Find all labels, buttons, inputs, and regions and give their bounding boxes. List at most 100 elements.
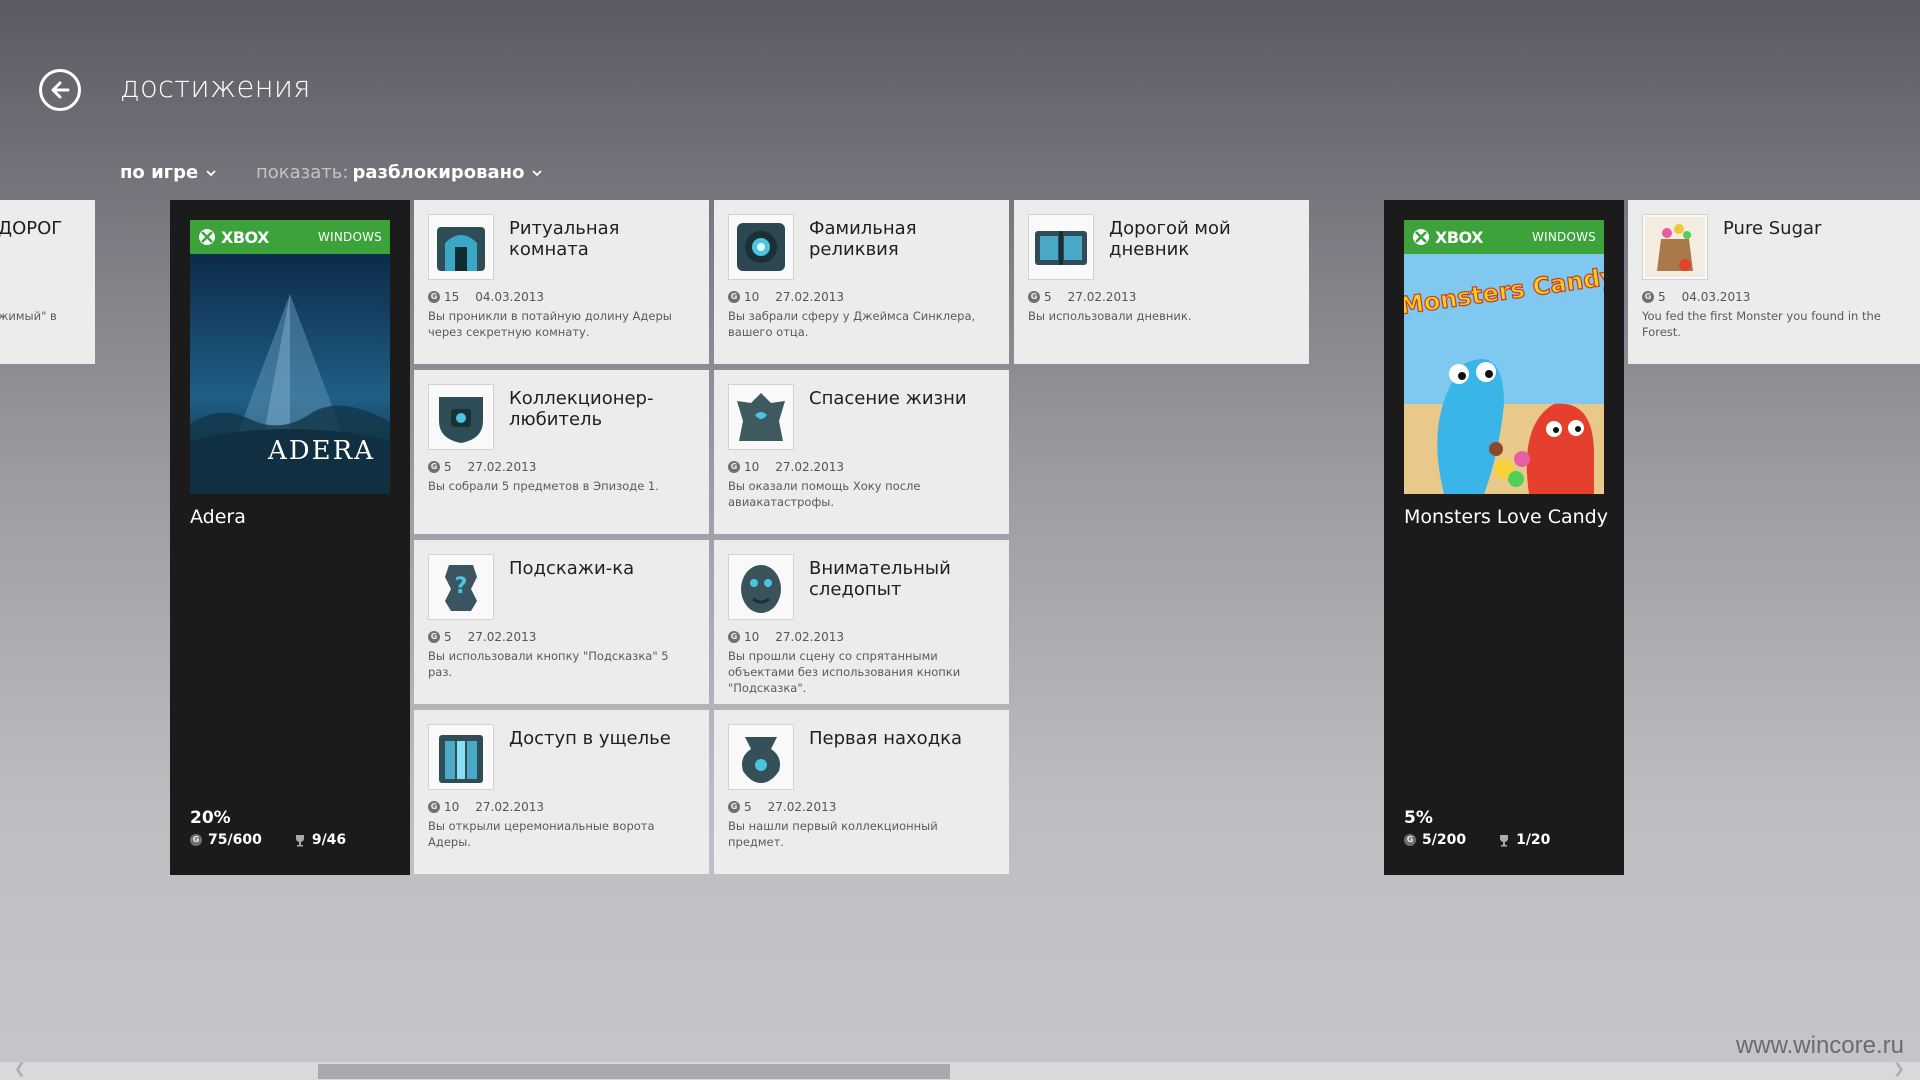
- achievement-desc: Вы оказали помощь Хоку после авиакатастр…: [728, 479, 921, 509]
- achievement-date: 04.03.2013: [475, 290, 544, 304]
- achievement-badge-icon: [428, 384, 494, 450]
- xbox-band: XBOX WINDOWS: [190, 220, 390, 254]
- game-title: Monsters Love Candy: [1404, 506, 1608, 528]
- achievement-tile-partial[interactable]: ДОРОГ жимый" в: [0, 200, 95, 364]
- achievement-date: 04.03.2013: [1681, 290, 1751, 304]
- achievement-badge-icon: [1642, 214, 1708, 280]
- chevron-down-icon: [206, 169, 216, 176]
- gamerscore-icon: G: [428, 801, 440, 813]
- gamerscore-icon: G: [428, 461, 440, 473]
- achievement-tile[interactable]: Pure Sugar G 5 04.03.2013 You fed the firs…: [1628, 200, 1920, 364]
- horizontal-scrollbar[interactable]: [0, 1062, 1920, 1080]
- filter-by-game-label: по игре: [120, 162, 199, 183]
- achievement-desc: Вы использовали дневник.: [1028, 309, 1192, 323]
- achievement-tile[interactable]: Доступ в ущелье G 10 27.02.2013 Вы открыли…: [414, 710, 709, 874]
- scroll-right-arrow-icon[interactable]: ❯: [1893, 1061, 1905, 1077]
- achievement-date: 27.02.2013: [767, 800, 837, 814]
- gamerscore-value: 5/200: [1422, 832, 1467, 848]
- achievement-points: 10: [444, 800, 460, 814]
- game-title: Adera: [190, 506, 246, 528]
- game-tile-monsters-love-candy[interactable]: XBOX WINDOWS Monsters Candy Monsters Lov…: [1384, 200, 1624, 875]
- trophy-icon: [295, 834, 304, 846]
- game-cover-monsters-love-candy: Monsters Candy: [1404, 254, 1604, 494]
- achievement-tile[interactable]: ? Подскажи-ка G 5 27.02.2013 Вы использова…: [414, 540, 709, 704]
- scrollbar-thumb[interactable]: [318, 1064, 950, 1079]
- achievement-badge-icon: [728, 214, 794, 280]
- gamerscore-icon: G: [728, 461, 740, 473]
- achievement-desc: жимый" в: [0, 309, 57, 323]
- achievement-points: 10: [744, 290, 760, 304]
- scroll-left-arrow-icon[interactable]: ❮: [14, 1061, 26, 1077]
- achievement-tile[interactable]: Ритуальная комната G 15 04.03.2013 Вы прон…: [414, 200, 709, 364]
- game-stats: G 5/200 1/20: [1404, 832, 1550, 848]
- svg-text:?: ?: [455, 574, 468, 599]
- achievement-desc: Вы открыли церемониальные ворота Адеры.: [428, 819, 655, 849]
- achievement-tile[interactable]: Внимательный следопыт G 10 27.02.2013 Вы п…: [714, 540, 1009, 704]
- achievement-desc: You fed the first Monster you found in t…: [1642, 309, 1881, 339]
- achievement-desc: Вы использовали кнопку "Подсказка" 5 раз…: [428, 649, 669, 679]
- achievements-count: 9/46: [311, 832, 347, 848]
- achievement-desc: Вы забрали сферу у Джеймса Синклера, ваш…: [728, 309, 976, 339]
- achievement-badge-icon: [1028, 214, 1094, 280]
- achievement-tile[interactable]: Дорогой мой дневник G 5 27.02.2013 Вы испо…: [1014, 200, 1309, 364]
- achievement-badge-icon: [728, 384, 794, 450]
- gamerscore-icon: G: [428, 631, 440, 643]
- filter-by-game[interactable]: по игре: [120, 162, 216, 183]
- achievement-points: 5: [1658, 290, 1666, 304]
- achievement-name: Фамильная реликвия: [809, 218, 917, 260]
- achievement-desc: Вы проникли в потайную долину Адеры чере…: [428, 309, 672, 339]
- achievement-tile[interactable]: Фамильная реликвия G 10 27.02.2013 Вы забр…: [714, 200, 1009, 364]
- gamerscore-icon: G: [728, 291, 740, 303]
- achievement-desc: Вы нашли первый коллекционный предмет.: [728, 819, 938, 849]
- game-percent: 5%: [1404, 808, 1433, 828]
- achievement-badge-icon: [428, 724, 494, 790]
- achievement-badge-icon: [728, 724, 794, 790]
- platform-label: WINDOWS: [318, 230, 382, 244]
- achievement-badge-icon: [728, 554, 794, 620]
- achievement-points: 5: [444, 630, 452, 644]
- game-percent: 20%: [190, 808, 231, 828]
- cover-title: ADERA: [267, 436, 375, 466]
- game-stats: G 75/600 9/46: [190, 832, 346, 848]
- back-arrow-icon: [51, 81, 70, 99]
- game-tile-adera[interactable]: XBOX WINDOWS ADERA Adera 20% G 75/600 9/…: [170, 200, 410, 875]
- achievement-points: 5: [744, 800, 752, 814]
- gamerscore-value: 75/600: [208, 832, 262, 848]
- achievement-date: 27.02.2013: [475, 800, 544, 814]
- achievement-name: Доступ в ущелье: [509, 728, 671, 749]
- filter-show[interactable]: показать: разблокировано: [256, 162, 543, 183]
- page-title: достижения: [120, 70, 311, 104]
- achievement-desc: Вы прошли сцену со спрятанными объектами…: [728, 649, 961, 695]
- achievement-name: Ритуальная комната: [509, 218, 620, 260]
- achievement-name: Спасение жизни: [809, 388, 967, 409]
- chevron-down-icon: [532, 169, 543, 176]
- achievement-tile[interactable]: Коллекционер-любитель G 5 27.02.2013 Вы со…: [414, 370, 709, 534]
- xbox-logo-icon: [199, 229, 215, 245]
- watermark: www.wincore.ru: [1735, 1032, 1904, 1059]
- achievement-points: 5: [444, 460, 452, 474]
- achievement-date: 27.02.2013: [775, 630, 844, 644]
- achievement-name: Дорогой мой дневник: [1109, 218, 1231, 260]
- platform-label: WINDOWS: [1532, 230, 1596, 244]
- achievement-tile[interactable]: Первая находка G 5 27.02.2013 Вы нашли пер…: [714, 710, 1009, 874]
- gamerscore-icon: G: [1028, 291, 1040, 303]
- achievement-name: Внимательный следопыт: [809, 558, 951, 600]
- achievement-points: 5: [1044, 290, 1052, 304]
- xbox-logo-icon: [1413, 229, 1429, 245]
- gamerscore-icon: G: [728, 801, 740, 813]
- achievement-points: 10: [744, 630, 760, 644]
- achievement-points: 15: [444, 290, 460, 304]
- achievement-tile[interactable]: Спасение жизни G 10 27.02.2013 Вы оказали …: [714, 370, 1009, 534]
- achievement-date: 27.02.2013: [467, 630, 537, 644]
- achievements-count: 1/20: [1516, 832, 1551, 848]
- achievement-badge-icon: [428, 214, 494, 280]
- xbox-brand: XBOX: [1435, 227, 1483, 247]
- achievement-name: Коллекционер-любитель: [509, 388, 654, 430]
- back-button[interactable]: [39, 69, 81, 111]
- gamerscore-icon: G: [190, 834, 202, 846]
- xbox-band: XBOX WINDOWS: [1404, 220, 1604, 254]
- achievement-name: Pure Sugar: [1723, 218, 1822, 239]
- filter-show-label: показать:: [256, 162, 349, 183]
- gamerscore-icon: G: [428, 291, 440, 303]
- achievement-points: 10: [744, 460, 760, 474]
